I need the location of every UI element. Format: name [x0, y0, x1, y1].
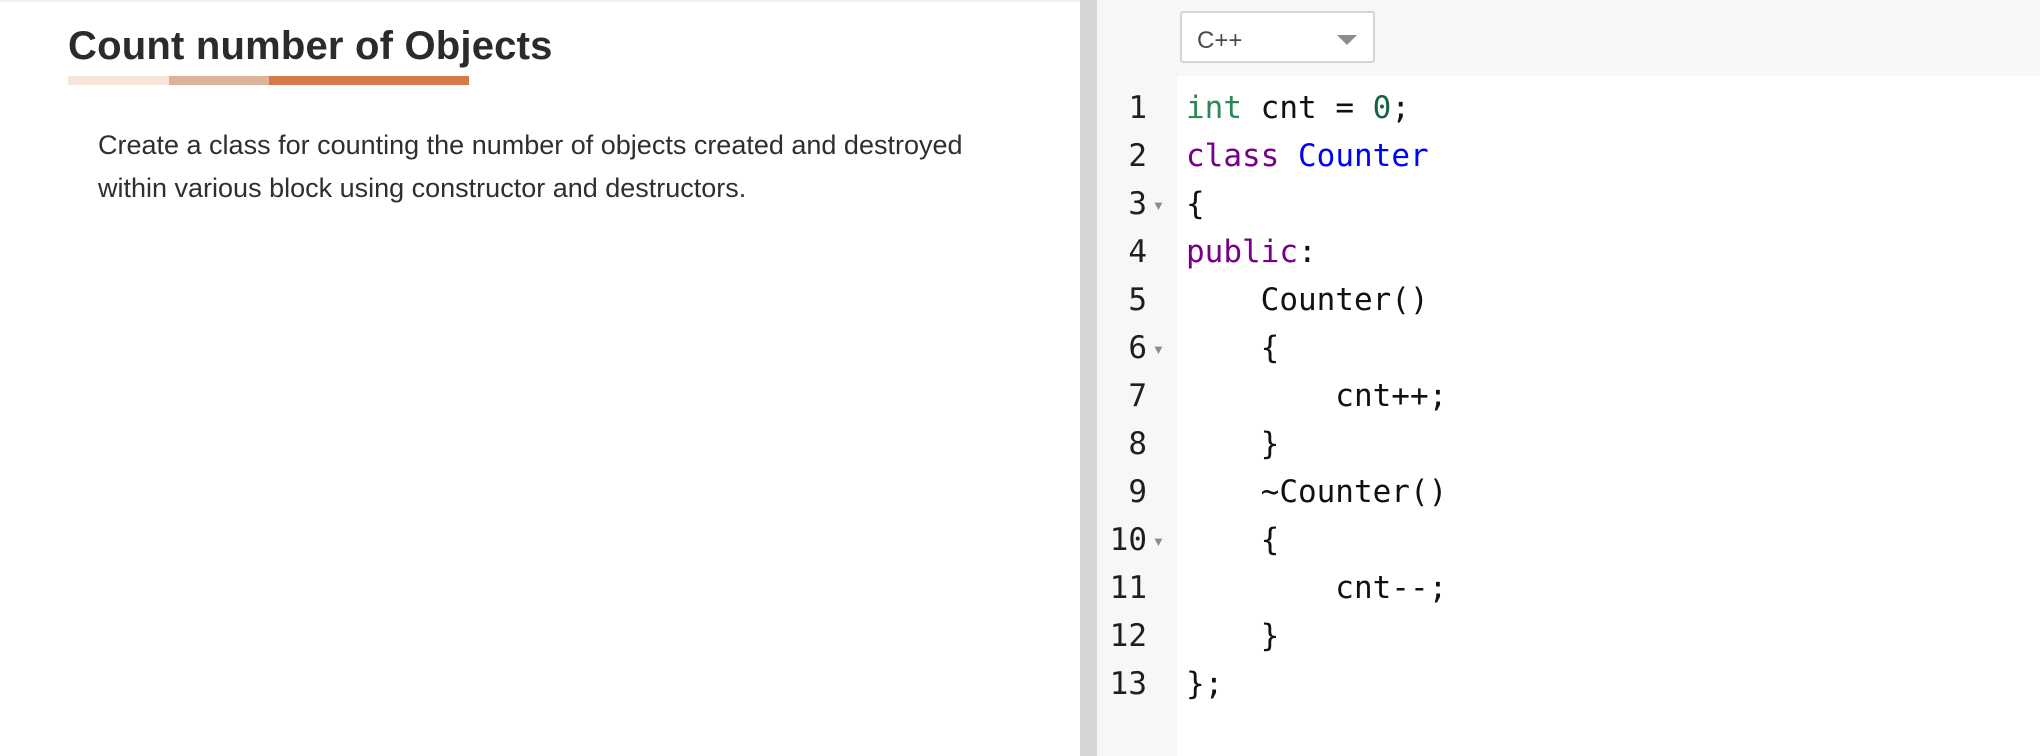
code-line[interactable]: 5 Counter()	[1097, 276, 2040, 324]
code-token: public	[1186, 234, 1298, 270]
language-select[interactable]: C++	[1180, 11, 1375, 63]
problem-description: Create a class for counting the number o…	[98, 130, 963, 203]
code-line-text: public:	[1186, 228, 1317, 276]
code-line-text: }	[1186, 420, 1280, 468]
code-token: }	[1186, 426, 1280, 462]
line-number: 3	[1128, 186, 1147, 222]
code-token: ;	[1391, 90, 1410, 126]
title-underline-segment-1	[68, 76, 169, 85]
code-line-text: {	[1186, 324, 1280, 372]
code-token: Counter	[1298, 138, 1429, 174]
title-underline-segment-3	[269, 76, 469, 85]
code-token: :	[1297, 234, 1317, 270]
code-line-text: int cnt = 0;	[1186, 84, 1410, 132]
title-underline-segment-2	[169, 76, 269, 85]
code-line-text: {	[1186, 516, 1280, 564]
code-line-text: cnt--;	[1186, 564, 1447, 612]
fold-triangle-icon[interactable]: ▼	[1152, 199, 1165, 212]
code-line[interactable]: 7 cnt++;	[1097, 372, 2040, 420]
code-token: {	[1186, 330, 1280, 366]
code-token: int	[1186, 90, 1242, 126]
code-token: Counter()	[1186, 282, 1429, 318]
problem-title: Count number of Objects	[68, 24, 553, 68]
code-line-text: {	[1186, 180, 1205, 228]
title-underline	[68, 76, 469, 85]
code-line-text: ~Counter()	[1186, 468, 1448, 516]
code-token: ~Counter()	[1186, 474, 1448, 510]
line-number: 11	[1109, 570, 1147, 606]
code-token: class	[1186, 138, 1280, 174]
code-line[interactable]: 8 }	[1097, 420, 2040, 468]
code-token: cnt--;	[1186, 570, 1448, 606]
line-number: 7	[1128, 378, 1147, 414]
code-line-text: Counter()	[1186, 276, 1429, 324]
code-line[interactable]: 13};	[1097, 660, 2040, 708]
code-line[interactable]: 2 class Counter	[1097, 132, 2040, 180]
code-token: cnt =	[1242, 90, 1373, 126]
line-number: 9	[1128, 474, 1147, 510]
code-line[interactable]: 12 }	[1097, 612, 2040, 660]
code-line[interactable]: 4 public:	[1097, 228, 2040, 276]
language-select-value: C++	[1197, 27, 1243, 54]
code-token: };	[1186, 666, 1224, 702]
code-token: cnt++;	[1186, 378, 1448, 414]
problem-pane: Count number of Objects Create a class f…	[0, 0, 1080, 756]
code-token: 0	[1372, 90, 1392, 126]
line-number: 6	[1128, 330, 1147, 366]
line-number: 1	[1128, 90, 1147, 126]
fold-triangle-icon[interactable]: ▼	[1152, 535, 1165, 548]
code-line-text: class Counter	[1186, 132, 1429, 180]
code-line-text: }	[1186, 612, 1280, 660]
line-number: 4	[1128, 234, 1147, 270]
code-line[interactable]: 1 int cnt = 0;	[1097, 84, 2040, 132]
code-token: }	[1186, 618, 1280, 654]
chevron-down-icon	[1337, 35, 1357, 45]
pane-splitter[interactable]	[1080, 0, 1097, 756]
fold-triangle-icon[interactable]: ▼	[1152, 343, 1165, 356]
line-number: 12	[1109, 618, 1147, 654]
line-number: 8	[1128, 426, 1147, 462]
code-line[interactable]: 11 cnt--;	[1097, 564, 2040, 612]
code-line-text: cnt++;	[1186, 372, 1447, 420]
line-number: 10	[1109, 522, 1147, 558]
code-line-text: };	[1186, 660, 1223, 708]
line-number: 13	[1109, 666, 1147, 702]
code-line[interactable]: 6 ▼ {	[1097, 324, 2040, 372]
code-token: {	[1186, 522, 1280, 558]
code-line[interactable]: 10 ▼ {	[1097, 516, 2040, 564]
code-line[interactable]: 3 ▼ {	[1097, 180, 2040, 228]
code-line[interactable]: 9 ~Counter()	[1097, 468, 2040, 516]
line-number: 5	[1128, 282, 1147, 318]
line-number: 2	[1128, 138, 1147, 174]
editor-toolbar: C++	[1097, 0, 2040, 76]
code-editor-pane: C++ 1 int cnt = 0; 2 class Counter 3 ▼ {4 publi…	[1097, 0, 2040, 756]
code-token: {	[1186, 186, 1205, 222]
